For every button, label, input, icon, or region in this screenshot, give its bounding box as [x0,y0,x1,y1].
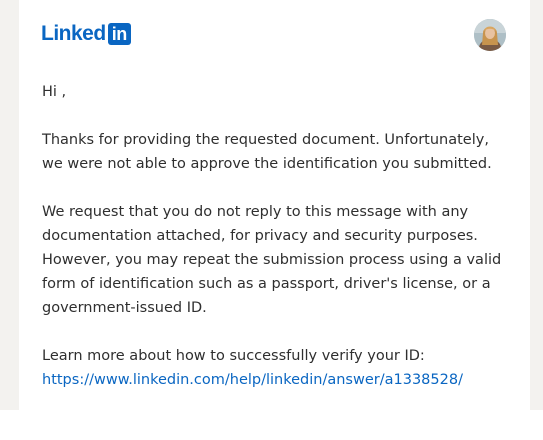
paragraph-instructions: We request that you do not reply to this… [42,204,502,316]
avatar-photo [474,19,506,51]
paragraph-rejection: Thanks for providing the requested docum… [42,132,492,172]
greeting: Hi , [42,84,67,100]
logo-in-box: in [107,23,131,45]
email-card: Linked in Hi , Thanks for providing the … [19,0,530,410]
email-header: Linked in [19,0,530,66]
email-body: Hi , Thanks for providing the requested … [42,80,512,392]
learn-more-text: Learn more about how to successfully ver… [42,348,425,364]
learn-more-block: Learn more about how to successfully ver… [42,344,512,392]
logo-wordmark: Linked [41,22,106,45]
help-link[interactable]: https://www.linkedin.com/help/linkedin/a… [42,368,512,392]
linkedin-logo[interactable]: Linked in [41,22,131,46]
user-avatar-icon[interactable] [474,19,506,51]
